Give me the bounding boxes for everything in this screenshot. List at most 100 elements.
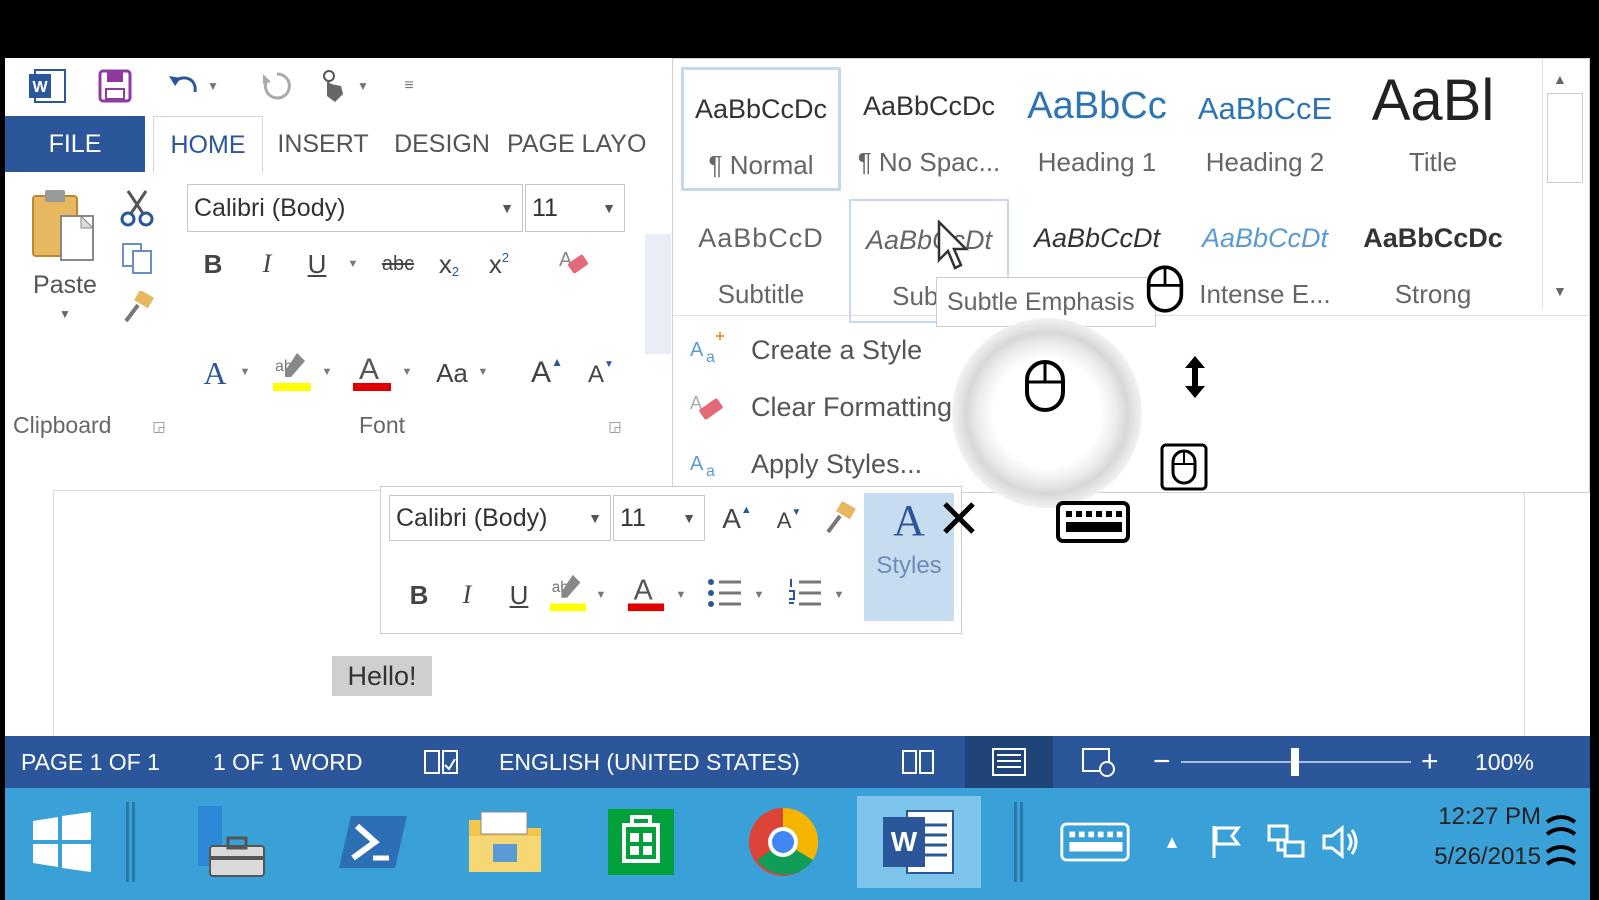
tab-page-layout[interactable]: PAGE LAYO [507, 116, 677, 172]
file-explorer-icon[interactable] [465, 796, 545, 888]
subscript-button[interactable]: x2 [429, 242, 469, 286]
font-size-combo[interactable]: 11 ▼ [525, 184, 625, 232]
word-taskbar-icon[interactable]: W [857, 796, 981, 888]
page-count[interactable]: PAGE 1 OF 1 [21, 736, 160, 788]
font-family-combo[interactable]: Calibri (Body) ▼ [187, 184, 523, 232]
zoom-slider-thumb[interactable] [1291, 748, 1299, 776]
network-icon[interactable] [1261, 796, 1311, 888]
style-heading-1[interactable]: AaBbCc Heading 1 [1017, 67, 1177, 191]
menu-clear-formatting[interactable]: A Clear Formatting [683, 382, 952, 432]
undo-icon[interactable] [163, 68, 203, 104]
powershell-icon[interactable] [333, 796, 413, 888]
highlight-color-icon[interactable]: ab [269, 346, 315, 398]
italic-button[interactable]: I [249, 242, 285, 286]
font-color-dropdown-icon[interactable]: ▼ [399, 362, 415, 382]
customize-qat-icon[interactable]: ≡ [397, 68, 421, 104]
paste-label[interactable]: Paste [25, 268, 105, 302]
scroll-down-icon[interactable]: ▼ [1553, 283, 1567, 299]
tab-home[interactable]: HOME [153, 116, 263, 173]
style-subtitle[interactable]: AaBbCcD Subtitle [681, 199, 841, 323]
mini-italic-button[interactable]: I [449, 573, 485, 617]
word-app-icon[interactable]: W [25, 68, 69, 104]
change-case-button[interactable]: Aa [429, 348, 475, 398]
style-no-spacing[interactable]: AaBbCcDc ¶ No Spac... [849, 67, 1009, 191]
mini-font-color-icon[interactable]: A [625, 567, 667, 619]
menu-apply-styles[interactable]: Aa Apply Styles... [683, 439, 922, 489]
show-hidden-icons[interactable]: ▲ [1157, 796, 1187, 888]
tab-file[interactable]: FILE [5, 116, 145, 172]
mini-bold-button[interactable]: B [401, 573, 437, 617]
font-launcher-icon[interactable]: ◲ [605, 414, 625, 438]
mini-highlight-dropdown-icon[interactable]: ▼ [593, 585, 609, 605]
volume-icon[interactable] [1317, 796, 1367, 888]
chrome-icon[interactable] [741, 796, 825, 888]
scroll-up-icon[interactable]: ▲ [1553, 71, 1567, 87]
zoom-out-button[interactable]: − [1153, 736, 1171, 788]
style-title[interactable]: AaBl Title [1353, 67, 1513, 191]
server-manager-icon[interactable] [185, 796, 275, 888]
action-center-flag-icon[interactable] [1201, 796, 1251, 888]
word-count[interactable]: 1 OF 1 WORD [213, 736, 363, 788]
mini-shrink-font-icon[interactable]: A ▼ [769, 501, 809, 541]
underline-dropdown-icon[interactable]: ▼ [345, 254, 361, 274]
paste-dropdown-icon[interactable]: ▼ [53, 304, 77, 324]
mini-highlight-color-icon[interactable]: ab [547, 567, 589, 619]
numbering-dropdown-icon[interactable]: ▼ [831, 585, 847, 605]
print-layout-icon[interactable] [991, 736, 1027, 788]
touch-mode-icon[interactable] [311, 68, 351, 104]
tab-design[interactable]: DESIGN [385, 116, 499, 172]
style-normal[interactable]: AaBbCcDc ¶ Normal [681, 67, 841, 191]
mini-font-color-dropdown-icon[interactable]: ▼ [673, 585, 689, 605]
selected-text[interactable]: Hello! [332, 656, 432, 696]
touch-keyboard-icon[interactable] [1055, 796, 1135, 888]
redo-icon[interactable] [257, 68, 297, 104]
shrink-font-icon[interactable]: A ▼ [581, 352, 621, 398]
font-color-icon[interactable]: A [349, 346, 395, 398]
clock-time[interactable]: 12:27 PM [1385, 798, 1541, 836]
proofing-icon[interactable] [423, 736, 459, 788]
style-strong[interactable]: AaBbCcDc Strong [1353, 199, 1513, 323]
tab-insert[interactable]: INSERT [267, 116, 379, 172]
touch-dropdown-icon[interactable]: ▼ [353, 68, 373, 104]
style-intense-emphasis[interactable]: AaBbCcDt Intense E... [1185, 199, 1345, 323]
zoom-level[interactable]: 100% [1475, 736, 1534, 788]
change-case-dropdown-icon[interactable]: ▼ [475, 362, 491, 382]
superscript-button[interactable]: x2 [479, 242, 519, 286]
paste-icon[interactable] [25, 186, 105, 266]
gallery-scrollbar[interactable]: ▲ ▼ [1542, 59, 1589, 309]
grow-font-icon[interactable]: A ▲ [527, 348, 567, 398]
save-icon[interactable] [93, 68, 137, 104]
menu-item-label: Clear Formatting [751, 391, 953, 422]
mini-font-family-combo[interactable]: Calibri (Body) ▼ [389, 495, 611, 541]
clear-formatting-icon[interactable]: A [553, 240, 593, 284]
clipboard-launcher-icon[interactable]: ◲ [149, 414, 169, 438]
mini-underline-button[interactable]: U [501, 573, 537, 617]
copy-icon[interactable] [117, 238, 157, 278]
undo-dropdown-icon[interactable]: ▼ [203, 68, 223, 104]
web-layout-icon[interactable] [1081, 736, 1117, 788]
mini-font-size-combo[interactable]: 11 ▼ [613, 495, 705, 541]
format-painter-icon[interactable] [117, 288, 157, 328]
text-effects-icon[interactable]: A [193, 348, 237, 398]
scroll-thumb[interactable] [1547, 93, 1583, 183]
highlight-dropdown-icon[interactable]: ▼ [319, 362, 335, 382]
bullets-icon[interactable] [703, 571, 747, 615]
bullets-dropdown-icon[interactable]: ▼ [751, 585, 767, 605]
underline-button[interactable]: U [299, 242, 335, 286]
mini-grow-font-icon[interactable]: A ▲ [717, 497, 757, 541]
numbering-icon[interactable] [783, 571, 827, 615]
close-icon[interactable] [939, 498, 979, 543]
clock-date[interactable]: 5/26/2015 [1385, 838, 1541, 876]
menu-create-style[interactable]: Aa Create a Style [683, 325, 922, 375]
zoom-in-button[interactable]: + [1421, 736, 1439, 788]
strikethrough-button[interactable]: abc [375, 242, 421, 286]
style-heading-2[interactable]: AaBbCcE Heading 2 [1185, 67, 1345, 191]
mini-format-painter-icon[interactable] [817, 497, 861, 541]
cut-icon[interactable] [117, 188, 157, 228]
bold-button[interactable]: B [195, 242, 231, 286]
store-icon[interactable] [601, 796, 681, 888]
read-mode-icon[interactable] [901, 736, 935, 788]
language[interactable]: ENGLISH (UNITED STATES) [499, 736, 800, 788]
start-windows-icon[interactable] [25, 796, 99, 888]
text-effects-dropdown-icon[interactable]: ▼ [237, 362, 253, 382]
